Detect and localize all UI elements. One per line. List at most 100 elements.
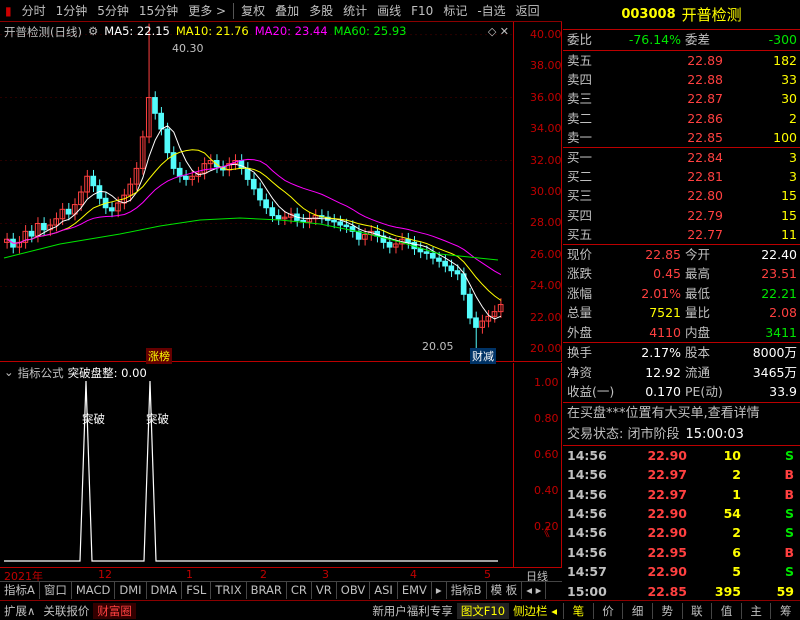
- date-label: 1: [186, 568, 193, 581]
- kline-canvas[interactable]: [0, 22, 514, 362]
- stock-name: 开普检测: [681, 6, 742, 24]
- kline-chart[interactable]: 开普检测(日线) ⚙ MA5: 22.15 MA10: 21.76 MA20: …: [0, 22, 514, 364]
- candle-body: [152, 97, 158, 114]
- tb-more[interactable]: 更多 >: [183, 2, 231, 19]
- indicator-formula[interactable]: 指标公式: [18, 365, 64, 381]
- side-tab[interactable]: 值: [711, 602, 741, 619]
- tick-row: 14:56 22.97 1 B: [563, 485, 800, 504]
- news-tag-left[interactable]: 涨榜: [146, 348, 172, 364]
- indicator-dropdown-icon[interactable]: ⌄: [4, 365, 14, 381]
- indicator-tab[interactable]: 指标A: [0, 582, 40, 599]
- quote-value: 2.08: [769, 305, 797, 321]
- trade-status-row: 交易状态: 闭市阶段 15:00:03: [563, 425, 800, 445]
- side-tab[interactable]: 联: [681, 602, 712, 619]
- ask-row[interactable]: 卖二 22.86 2: [563, 109, 800, 128]
- tb-mark[interactable]: 标记: [438, 2, 472, 19]
- indicator-tab[interactable]: ◂ ▸: [522, 582, 547, 599]
- tick-list[interactable]: 14:56 22.90 10 S 14:56 22.97 2 B 14:56 22.97 1 B 14:…: [563, 446, 800, 601]
- side-tab[interactable]: 势: [651, 602, 682, 619]
- indicator-tab[interactable]: TRIX: [211, 582, 247, 599]
- tb-draw[interactable]: 画线: [372, 2, 406, 19]
- candle-body: [331, 219, 337, 223]
- candle-body: [454, 270, 461, 275]
- bid-label: 买四: [567, 207, 593, 223]
- indicator-tab[interactable]: MACD: [72, 582, 116, 599]
- price-tick: 28.00: [530, 216, 562, 230]
- bid-row[interactable]: 买四 22.79 15: [563, 206, 800, 225]
- stock-code: 003008: [621, 7, 676, 22]
- bid-row[interactable]: 买五 22.77 11: [563, 225, 800, 244]
- tick-volume: 2: [732, 467, 741, 483]
- indicator-tab[interactable]: 窗口: [40, 582, 72, 599]
- side-tab[interactable]: 主: [740, 602, 771, 619]
- ask-row[interactable]: 卖一 22.85 100: [563, 128, 800, 147]
- indicator-tab[interactable]: EMV: [398, 582, 432, 599]
- side-tab[interactable]: 笔: [563, 602, 593, 619]
- ask-row[interactable]: 卖四 22.88 33: [563, 70, 800, 89]
- window-menu-icon[interactable]: ▮: [0, 4, 17, 18]
- candle-body: [164, 128, 171, 154]
- indicator-panel[interactable]: ⌄ 指标公式 突破盘整: 0.00 突破 突破: [0, 363, 514, 567]
- bid-row[interactable]: 买三 22.80 15: [563, 186, 800, 205]
- bid-row[interactable]: 买一 22.84 3: [563, 148, 800, 167]
- weibi-value: -76.14%: [628, 32, 681, 47]
- signal-label-1: 突破: [82, 412, 105, 426]
- f10-graphic-tab[interactable]: 图文F10: [456, 602, 510, 619]
- new-user-promo[interactable]: 新用户福利专享: [368, 603, 457, 619]
- finance-row: 换手 2.17% 股本 8000万: [563, 343, 800, 363]
- bid-volume: 3: [789, 169, 797, 185]
- kline-legend: 开普检测(日线) ⚙ MA5: 22.15 MA10: 21.76 MA20: …: [4, 24, 406, 40]
- finance-label: 净资: [567, 364, 593, 380]
- tick-row: 14:56 22.90 2 S: [563, 523, 800, 542]
- expand-button[interactable]: 扩展∧: [0, 603, 39, 619]
- tick-volume: 54: [723, 506, 741, 522]
- ask-book[interactable]: 卖五 22.89 182 卖四 22.88 33 卖三 22.87 30 卖二 22.86 2 卖一 22…: [563, 51, 800, 147]
- indicator-tab[interactable]: ▸: [432, 582, 447, 599]
- bid-row[interactable]: 买二 22.81 3: [563, 167, 800, 186]
- side-tab[interactable]: 细: [622, 602, 652, 619]
- settings-icon[interactable]: ⚙: [88, 24, 98, 40]
- related-quotes-tab[interactable]: 关联报价: [39, 603, 93, 619]
- bid-book[interactable]: 买一 22.84 3 买二 22.81 3 买三 22.80 15 买四 22.79 15 买五 22.7…: [563, 148, 800, 244]
- tb-multistock[interactable]: 多股: [304, 2, 338, 19]
- ask-label: 卖五: [567, 53, 593, 68]
- tb-remove-watch[interactable]: -自选: [472, 2, 510, 19]
- tick-row: 14:56 22.90 54 S: [563, 504, 800, 523]
- chart-close-icons[interactable]: ◇ ✕: [488, 25, 509, 38]
- ask-row[interactable]: 卖三 22.87 30: [563, 89, 800, 108]
- news-tag-right[interactable]: 财减: [470, 348, 496, 364]
- finance-value: 3465万: [752, 364, 797, 380]
- tb-overlay[interactable]: 叠加: [270, 2, 304, 19]
- wealth-circle-tab[interactable]: 财富圈: [93, 602, 136, 619]
- indicator-tab[interactable]: FSL: [182, 582, 212, 599]
- indicator-tab[interactable]: VR: [312, 582, 337, 599]
- tick-side: B: [784, 467, 794, 483]
- indicator-tab[interactable]: DMI: [115, 582, 147, 599]
- indicator-canvas[interactable]: [0, 363, 514, 567]
- candle-body: [343, 224, 350, 228]
- sidebar-toggle[interactable]: 侧边栏 ◂: [509, 603, 561, 619]
- tb-adjust[interactable]: 复权: [236, 2, 270, 19]
- tb-stats[interactable]: 统计: [338, 2, 372, 19]
- tb-intraday[interactable]: 分时: [17, 2, 51, 19]
- indicator-tab[interactable]: BRAR: [247, 582, 287, 599]
- candle-body: [263, 199, 269, 209]
- ma20-label: MA20: 23.44: [254, 24, 328, 38]
- indicator-tab[interactable]: 模 板: [487, 582, 523, 599]
- tb-1min[interactable]: 1分钟: [51, 2, 93, 19]
- side-tab[interactable]: 价: [592, 602, 623, 619]
- big-order-notice[interactable]: 在买盘***位置有大买单,查看详情: [563, 403, 800, 425]
- indicator-tab[interactable]: DMA: [147, 582, 183, 599]
- candle-body: [90, 175, 97, 187]
- quote-value: 7521: [649, 305, 681, 321]
- indicator-tab[interactable]: CR: [287, 582, 312, 599]
- ask-row[interactable]: 卖五 22.89 182: [563, 51, 800, 70]
- indicator-tab[interactable]: 指标B: [447, 582, 487, 599]
- tb-5min[interactable]: 5分钟: [92, 2, 134, 19]
- tb-15min[interactable]: 15分钟: [134, 2, 183, 19]
- tb-back[interactable]: 返回: [511, 2, 545, 19]
- side-tab[interactable]: 筹: [770, 602, 800, 619]
- tb-f10[interactable]: F10: [406, 4, 438, 18]
- indicator-tab[interactable]: OBV: [337, 582, 371, 599]
- indicator-tab[interactable]: ASI: [370, 582, 398, 599]
